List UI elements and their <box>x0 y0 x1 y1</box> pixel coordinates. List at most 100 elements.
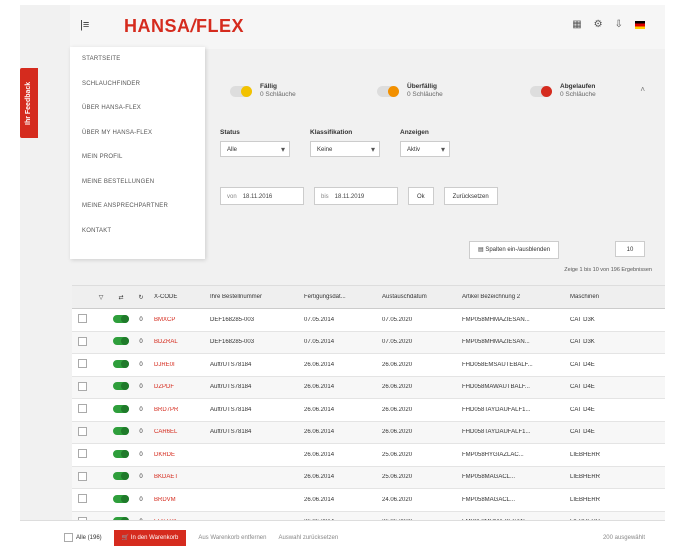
table-row[interactable]: 0 BRD7PR AuftrUTS78184 26.06.2014 26.06.2020… <box>72 399 665 422</box>
table-row[interactable]: 0 DKRDE 26.06.2014 25.06.2020 FMP058HYGIAZLA… <box>72 444 665 467</box>
grid-icon[interactable]: ▦ <box>572 19 581 30</box>
row-active-toggle[interactable] <box>110 449 132 460</box>
table-row[interactable]: 0 DZPDF AuftrUTS78184 26.06.2014 26.06.2020 F… <box>72 376 665 399</box>
xcode-link[interactable]: DJRE0I <box>150 362 206 368</box>
production-date-cell: 26.06.2014 <box>304 429 335 436</box>
xcode-link[interactable]: DKRDE <box>150 452 206 458</box>
columns-toggle-button[interactable]: ▤ Spalten ein-/ausblenden <box>469 241 560 259</box>
table-row[interactable]: 0 BRDVM 26.06.2014 24.06.2020 FMP058MAGACL..… <box>72 489 665 512</box>
flag-de-icon[interactable] <box>635 21 645 29</box>
reset-button[interactable]: Zurücksetzen <box>443 187 498 205</box>
date-from-field[interactable]: von 18.11.2016 <box>220 187 304 205</box>
refresh-icon[interactable]: ↻ <box>132 294 150 301</box>
row-active-toggle[interactable] <box>110 337 132 347</box>
production-date-cell: 26.06.2014 <box>304 451 335 458</box>
xcode-link[interactable]: BKDAET <box>150 474 206 480</box>
table-row[interactable]: 0 CAR6EL AuftrUTS78184 26.06.2014 26.06.2020… <box>72 421 665 444</box>
row-active-toggle[interactable] <box>110 472 132 482</box>
machine-cell: CAT D4E <box>570 406 595 413</box>
col-header-production-date[interactable]: Fertigungsdat... <box>300 294 378 300</box>
legend-abgelaufen: Abgelaufen 0 Schläuche <box>530 83 596 99</box>
row-checkbox[interactable] <box>72 314 92 325</box>
menu-item-ueber-hansa-flex[interactable]: Über Hansa-Flex <box>70 96 205 121</box>
ok-button[interactable]: Ok <box>408 187 434 205</box>
col-header-machine[interactable]: Maschinen <box>566 294 616 300</box>
legend-faellig: Fällig 0 Schläuche <box>230 83 296 99</box>
menu-item-schlauchfinder[interactable]: Schlauchfinder <box>70 72 205 97</box>
table-row[interactable]: 0 BDZRAL DEF168285-003 07.05.2014 07.05.2020… <box>72 331 665 354</box>
order-number-cell: AuftrUTS78184 <box>210 384 252 391</box>
date-to-field[interactable]: bis 18.11.2019 <box>314 187 398 205</box>
row-active-toggle[interactable] <box>110 359 132 370</box>
machine-cell: LIEBHERR <box>570 496 601 503</box>
row-checkbox[interactable] <box>72 359 92 370</box>
date-to-value: 18.11.2019 <box>334 194 365 200</box>
col-header-replacement-date[interactable]: Austauschdatum <box>378 294 458 300</box>
table-row[interactable]: 0 BMXCP DEF168285-003 07.05.2014 07.05.2020 F… <box>72 309 665 332</box>
row-checkbox[interactable] <box>72 449 92 460</box>
remove-from-cart-link[interactable]: Aus Warenkorb entfernen <box>198 535 266 541</box>
menu-item-bestellungen[interactable]: Meine Bestellungen <box>70 170 205 195</box>
legend-ueberfaellig: Überfällig 0 Schläuche <box>377 83 443 99</box>
table-row[interactable]: 0 DJRE0I AuftrUTS78184 26.06.2014 26.06.2020… <box>72 354 665 377</box>
toggle-ueberfaellig-icon[interactable] <box>377 85 399 97</box>
header-icons: ▦ ⚙ ⇩ <box>572 19 645 30</box>
article-cell: FMP058MAGACL... <box>462 496 516 503</box>
row-checkbox[interactable] <box>72 471 92 483</box>
row-active-toggle[interactable] <box>110 404 132 415</box>
menu-item-ueber-my-hansa-flex[interactable]: Über My Hansa-Flex <box>70 121 205 146</box>
row-active-toggle[interactable] <box>110 382 132 392</box>
classification-select[interactable]: Keine <box>310 141 380 158</box>
select-all-label: Alle (196) <box>76 534 102 541</box>
toggle-faellig-icon[interactable] <box>230 85 252 97</box>
xcode-link[interactable]: BRDVM <box>150 497 206 503</box>
col-header-xcode[interactable]: X-CODE <box>150 294 206 300</box>
settings-icon[interactable]: ⚙ <box>594 19 603 30</box>
toggle-abgelaufen-icon[interactable] <box>530 85 552 97</box>
col-header-order-number[interactable]: Ihre Bestellnummer <box>206 294 300 300</box>
chevron-up-icon[interactable]: ˄ <box>640 85 645 94</box>
classification-label: Klassifikation <box>310 129 353 136</box>
xcode-link[interactable]: CAR6EL <box>150 429 206 435</box>
page-size-select[interactable]: 10 <box>615 241 645 257</box>
feedback-tab[interactable]: Ihr Feedback <box>20 68 38 138</box>
xcode-link[interactable]: BMXCP <box>150 317 206 323</box>
menu-item-startseite[interactable]: Startseite <box>70 47 205 72</box>
replacement-date-cell: 26.06.2020 <box>382 384 413 391</box>
order-number-cell: AuftrUTS78184 <box>210 361 252 368</box>
row-checkbox[interactable] <box>72 381 92 393</box>
row-checkbox[interactable] <box>72 404 92 415</box>
display-select[interactable]: Aktiv <box>400 141 450 158</box>
row-active-toggle[interactable] <box>110 314 132 325</box>
download-icon[interactable]: ⇩ <box>615 19 623 30</box>
row-counter: 0 <box>139 496 143 503</box>
article-cell: FMP058MHMAZIESAN... <box>462 316 530 323</box>
brand-logo[interactable]: HANSA/FLEX <box>124 16 244 37</box>
status-select[interactable]: Alle <box>220 141 290 158</box>
select-all-checkbox[interactable] <box>64 533 73 542</box>
menu-item-kontakt[interactable]: Kontakt <box>70 219 205 244</box>
menu-item-ansprechpartner[interactable]: Meine Ansprechpartner <box>70 194 205 219</box>
xcode-link[interactable]: BDZRAL <box>150 339 206 345</box>
row-active-toggle[interactable] <box>110 494 132 505</box>
table-row[interactable]: 0 BKDAET 26.06.2014 25.06.2020 FMP058MAGACL.… <box>72 466 665 489</box>
select-all[interactable]: Alle (196) <box>64 533 102 542</box>
row-checkbox[interactable] <box>72 494 92 505</box>
toggle-column-icon[interactable]: ⇄ <box>110 294 132 301</box>
hamburger-icon[interactable]: |≡ <box>80 19 100 35</box>
filter-icon[interactable]: ▽ <box>92 294 110 301</box>
xcode-link[interactable]: DZPDF <box>150 384 206 390</box>
machine-cell: CAT D4E <box>570 384 595 391</box>
row-active-toggle[interactable] <box>110 427 132 437</box>
logo-right-text: FLEX <box>196 16 245 36</box>
col-header-article[interactable]: Artikel Bezeichnung 2 <box>458 294 566 300</box>
logo-left-text: HANSA <box>124 16 191 36</box>
reset-selection-link[interactable]: Auswahl zurücksetzen <box>278 535 338 541</box>
menu-item-mein-profil[interactable]: Mein Profil <box>70 145 205 170</box>
row-checkbox[interactable] <box>72 336 92 348</box>
order-number-cell: AuftrUTS78184 <box>210 429 252 436</box>
row-checkbox[interactable] <box>72 426 92 438</box>
order-number-cell: DEF168285-003 <box>210 339 255 346</box>
xcode-link[interactable]: BRD7PR <box>150 407 206 413</box>
add-to-cart-button[interactable]: 🛒 In den Warenkorb <box>113 529 187 546</box>
